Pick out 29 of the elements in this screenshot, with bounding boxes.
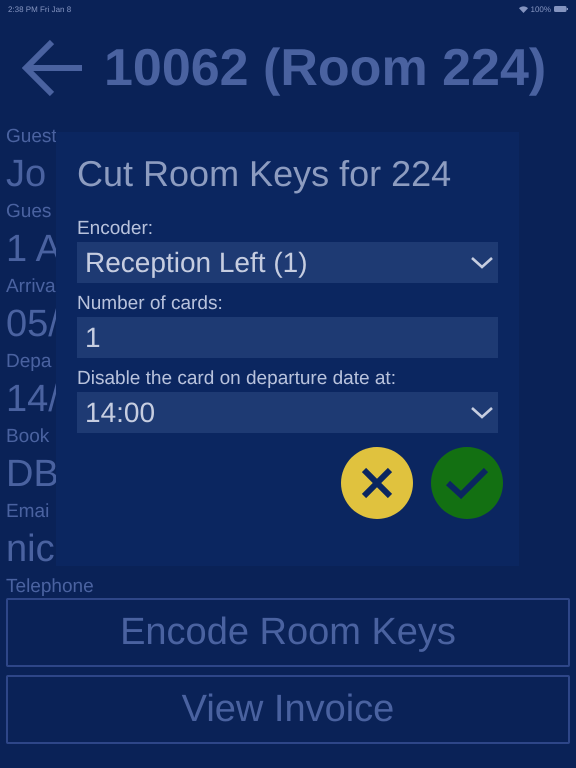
close-icon [360,466,394,500]
dropdown[interactable]: Reception Left (1) [77,242,498,283]
field-value: 05/ [6,302,59,347]
field-value: 14/ [6,377,59,422]
field-label: Gues [6,201,52,223]
field-label: Arriva [6,276,56,298]
dropdown[interactable]: 14:00 [77,392,498,433]
field-label: Encoder: [77,217,154,241]
field-value: DB [6,452,59,497]
field-label: Book [6,426,50,448]
booking-title: 10062 (Room 224) [104,38,546,98]
field-label: Telephone [6,576,94,598]
field-label: Emai [6,501,50,523]
field-value: nic [6,527,55,572]
battery-percent: 100% [530,4,551,14]
field-label: Number of cards: [77,292,224,316]
back-arrow-icon[interactable] [22,38,84,98]
status-time: 2:38 PM Fri Jan 8 [8,4,72,14]
dialog-title: Cut Room Keys for 224 [77,152,452,196]
field-label: Guest [6,126,57,148]
field-label: Disable the card on departure date at: [77,367,397,391]
field-value: Jo [6,152,46,197]
wifi-icon [518,6,528,12]
checkmark-icon [445,466,489,500]
battery-icon [554,6,568,12]
input-field[interactable]: 1 [77,317,498,358]
field-label: Depa [6,351,52,373]
chevron-down-icon [470,406,494,420]
chevron-down-icon [470,256,494,270]
